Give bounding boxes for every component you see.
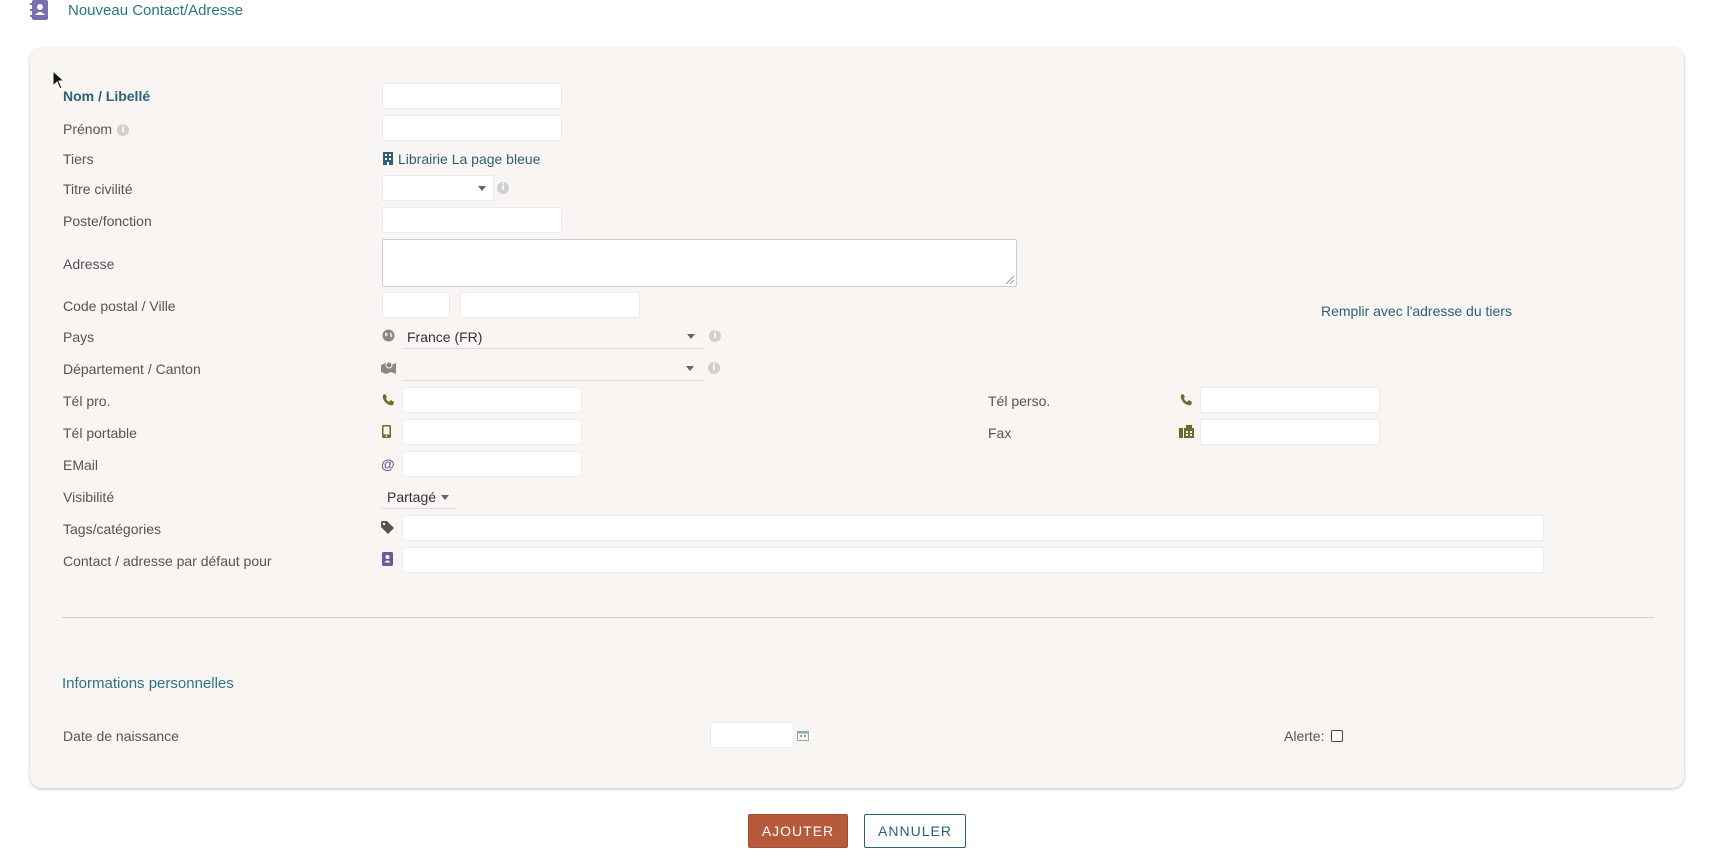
chevron-down-icon (441, 495, 449, 500)
thirdparty-link[interactable]: Librairie La page bleue (398, 151, 540, 167)
civility-label: Titre civilité (63, 181, 133, 197)
chevron-down-icon (686, 366, 694, 371)
phone-pro-label: Tél pro. (63, 393, 111, 409)
alert-checkbox[interactable] (1331, 730, 1343, 742)
tags-label: Tags/catégories (63, 521, 162, 537)
phone-mobile-label: Tél portable (63, 425, 137, 441)
town-input[interactable] (460, 292, 640, 318)
mouse-cursor-icon (52, 70, 66, 90)
address-textarea[interactable] (382, 239, 1017, 287)
map-icon (381, 361, 396, 374)
building-icon (383, 152, 393, 165)
add-button[interactable]: AJOUTER (748, 814, 848, 848)
state-select[interactable] (402, 355, 704, 381)
resize-handle-icon[interactable] (1006, 276, 1014, 284)
info-icon: i (497, 182, 509, 194)
mobile-phone-icon (382, 425, 391, 438)
info-icon: i (709, 330, 721, 342)
firstname-label: Prénom (63, 121, 113, 137)
phone-pro-input[interactable] (402, 387, 582, 413)
address-label: Adresse (63, 256, 115, 272)
visibility-label: Visibilité (63, 489, 115, 505)
phone-perso-label: Tél perso. (988, 393, 1051, 409)
phone-perso-input[interactable] (1200, 387, 1380, 413)
fill-address-link[interactable]: Remplir avec l'adresse du tiers (1321, 303, 1512, 319)
birthday-label: Date de naissance (63, 728, 179, 744)
fax-label: Fax (988, 425, 1012, 441)
globe-icon (382, 329, 395, 342)
chevron-down-icon (478, 186, 486, 191)
zip-input[interactable] (382, 292, 450, 318)
email-input[interactable] (402, 451, 582, 477)
fax-input[interactable] (1200, 419, 1380, 445)
name-label: Nom / Libellé (63, 88, 151, 104)
tags-input[interactable] (402, 515, 1544, 541)
name-input[interactable] (382, 83, 562, 109)
calendar-icon[interactable] (797, 730, 809, 741)
email-label: EMail (63, 457, 99, 473)
default-contact-input[interactable] (402, 547, 1544, 573)
country-label: Pays (63, 329, 95, 345)
page-title: Nouveau Contact/Adresse (68, 2, 244, 19)
chevron-down-icon (687, 334, 695, 339)
firstname-input[interactable] (382, 115, 562, 141)
fax-icon (1179, 425, 1194, 438)
job-label: Poste/fonction (63, 213, 152, 229)
info-icon: i (708, 362, 720, 374)
zip-town-label: Code postal / Ville (63, 298, 176, 314)
tag-icon (381, 521, 394, 534)
at-icon: @ (381, 456, 395, 472)
cancel-button[interactable]: ANNULER (864, 814, 966, 848)
birthday-input[interactable] (710, 722, 794, 748)
default-contact-label: Contact / adresse par défaut pour (63, 553, 272, 569)
alert-label: Alerte: (1284, 728, 1325, 744)
phone-icon (1180, 394, 1192, 406)
address-book-icon (30, 0, 48, 20)
contact-form-panel (30, 48, 1684, 788)
phone-mobile-input[interactable] (402, 419, 582, 445)
phone-icon (382, 394, 394, 406)
personal-info-title: Informations personnelles (62, 675, 234, 692)
address-book-icon (382, 552, 393, 566)
thirdparty-label: Tiers (63, 151, 94, 167)
info-icon: i (117, 124, 129, 136)
job-input[interactable] (382, 207, 562, 233)
country-value: France (FR) (407, 329, 483, 345)
section-divider (62, 617, 1654, 618)
state-label: Département / Canton (63, 361, 201, 377)
visibility-value: Partagé (387, 489, 437, 505)
